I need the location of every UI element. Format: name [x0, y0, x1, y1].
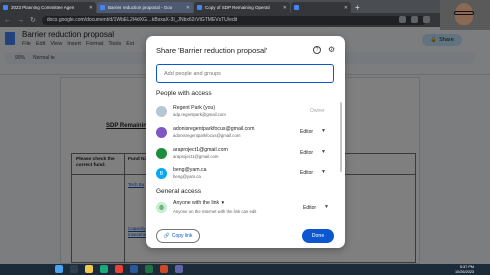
url-text: docs.google.com/document/d/1WbEL2I4dXG…k… [46, 17, 238, 23]
docs-favicon-icon [100, 5, 105, 10]
help-icon[interactable]: ? [313, 46, 321, 54]
general-access-row: ◍ Anyone with the link ▼ Anyone on the I… [156, 199, 334, 219]
add-people-input[interactable] [156, 64, 334, 83]
browser-tab-bar: 2023 Planning Committee Agen ✕ Barrier r… [0, 0, 490, 13]
chrome-icon[interactable] [115, 265, 123, 273]
browser-tab-active[interactable]: Barrier reduction proposal - Goo ✕ [97, 2, 193, 13]
caret-down-icon[interactable]: ▼ [321, 169, 326, 175]
system-clock[interactable]: 5:37 PM 10/26/2023 [455, 265, 474, 274]
webcam-overlay [440, 0, 490, 30]
person-email: adonisregentparkfocus@gmail.com [173, 133, 241, 138]
word-icon[interactable] [130, 265, 138, 273]
powerpoint-icon[interactable] [160, 265, 168, 273]
browser-tab[interactable]: 2023 Planning Committee Agen ✕ [0, 2, 96, 13]
link-access-dropdown[interactable]: Anyone with the link ▼ [173, 200, 225, 206]
new-tab-button[interactable]: + [355, 2, 360, 13]
tab-title: Copy of SDP Remaining Operati [205, 5, 270, 10]
access-row: adonisregentparkfocus@gmail.com adonisre… [156, 125, 334, 145]
caret-down-icon: ▼ [220, 200, 226, 205]
person-email: adp.regentpark@gmail.com [173, 112, 226, 117]
sidebar-icon[interactable] [423, 16, 430, 23]
role-dropdown[interactable]: Editor [303, 205, 316, 211]
close-tab-icon[interactable]: ✕ [283, 5, 287, 11]
extension-icons [399, 16, 430, 23]
docs-favicon-icon [294, 5, 299, 10]
general-access-heading: General access [156, 188, 202, 195]
forward-icon[interactable]: → [17, 17, 24, 24]
windows-taskbar: 5:37 PM 10/26/2023 [0, 264, 490, 275]
close-tab-icon[interactable]: ✕ [89, 5, 93, 11]
avatar [156, 148, 167, 159]
person-email: beng@yam.ca [173, 174, 201, 179]
link-access-label: Anyone with the link [173, 200, 220, 206]
role-dropdown[interactable]: Editor [300, 129, 313, 135]
avatar: B [156, 168, 167, 179]
done-button[interactable]: Done [302, 229, 334, 243]
link-access-description: Anyone on the Internet with the link can… [173, 209, 257, 214]
access-row: araproject1@gmail.com araproject1@gmail.… [156, 146, 334, 166]
dialog-title: Share 'Barrier reduction proposal' [156, 46, 268, 55]
person-name: beng@yam.ca [173, 167, 207, 173]
back-icon[interactable]: ← [4, 17, 11, 24]
docs-favicon-icon [3, 5, 8, 10]
link-icon: 🔗 [163, 233, 170, 239]
explorer-icon[interactable] [85, 265, 93, 273]
role-dropdown[interactable]: Editor [300, 150, 313, 156]
role-dropdown[interactable]: Editor [300, 170, 313, 176]
teams-icon[interactable] [175, 265, 183, 273]
windows-start-icon[interactable] [55, 265, 63, 273]
caret-down-icon[interactable]: ▼ [321, 149, 326, 155]
taskbar-icons [55, 265, 183, 273]
caret-down-icon[interactable]: ▼ [321, 128, 326, 134]
access-row: B beng@yam.ca beng@yam.ca Editor ▼ [156, 166, 334, 186]
copy-link-button[interactable]: 🔗 Copy link [156, 229, 200, 243]
docs-favicon-icon [197, 5, 202, 10]
person-name: Regent Park (you) [173, 105, 216, 111]
people-with-access-heading: People with access [156, 90, 212, 97]
extension-icon[interactable] [399, 16, 406, 23]
person-name: adonisregentparkfocus@gmail.com [173, 126, 255, 132]
access-row: Regent Park (you) adp.regentpark@gmail.c… [156, 104, 334, 124]
tab-title: Barrier reduction proposal - Goo [108, 5, 173, 10]
search-icon[interactable] [70, 265, 78, 273]
person-name: araproject1@gmail.com [173, 147, 228, 153]
excel-icon[interactable] [145, 265, 153, 273]
role-label: Owner [310, 108, 325, 114]
reload-icon[interactable]: ↻ [30, 16, 36, 24]
edge-icon[interactable] [100, 265, 108, 273]
browser-tab[interactable]: ✕ [291, 2, 351, 13]
browser-tab[interactable]: Copy of SDP Remaining Operati ✕ [194, 2, 290, 13]
share-dialog: Share 'Barrier reduction proposal' ? ⚙ P… [146, 36, 345, 248]
scrollbar[interactable] [340, 102, 342, 172]
person-email: araproject1@gmail.com [173, 154, 219, 159]
url-field[interactable]: docs.google.com/document/d/1WbEL2I4dXG…k… [41, 15, 426, 25]
close-tab-icon[interactable]: ✕ [344, 5, 348, 11]
tab-title: 2023 Planning Committee Agen [11, 5, 75, 10]
clock-date: 10/26/2023 [455, 269, 475, 274]
caret-down-icon[interactable]: ▼ [324, 204, 329, 210]
extension-icon[interactable] [411, 16, 418, 23]
avatar [156, 127, 167, 138]
gear-icon[interactable]: ⚙ [328, 45, 335, 54]
globe-icon: ◍ [156, 202, 167, 213]
address-bar-row: ← → ↻ docs.google.com/document/d/1WbEL2I… [0, 13, 490, 27]
avatar [156, 106, 167, 117]
copy-link-label: Copy link [171, 233, 193, 239]
close-tab-icon[interactable]: ✕ [186, 5, 190, 11]
glasses [454, 11, 474, 15]
